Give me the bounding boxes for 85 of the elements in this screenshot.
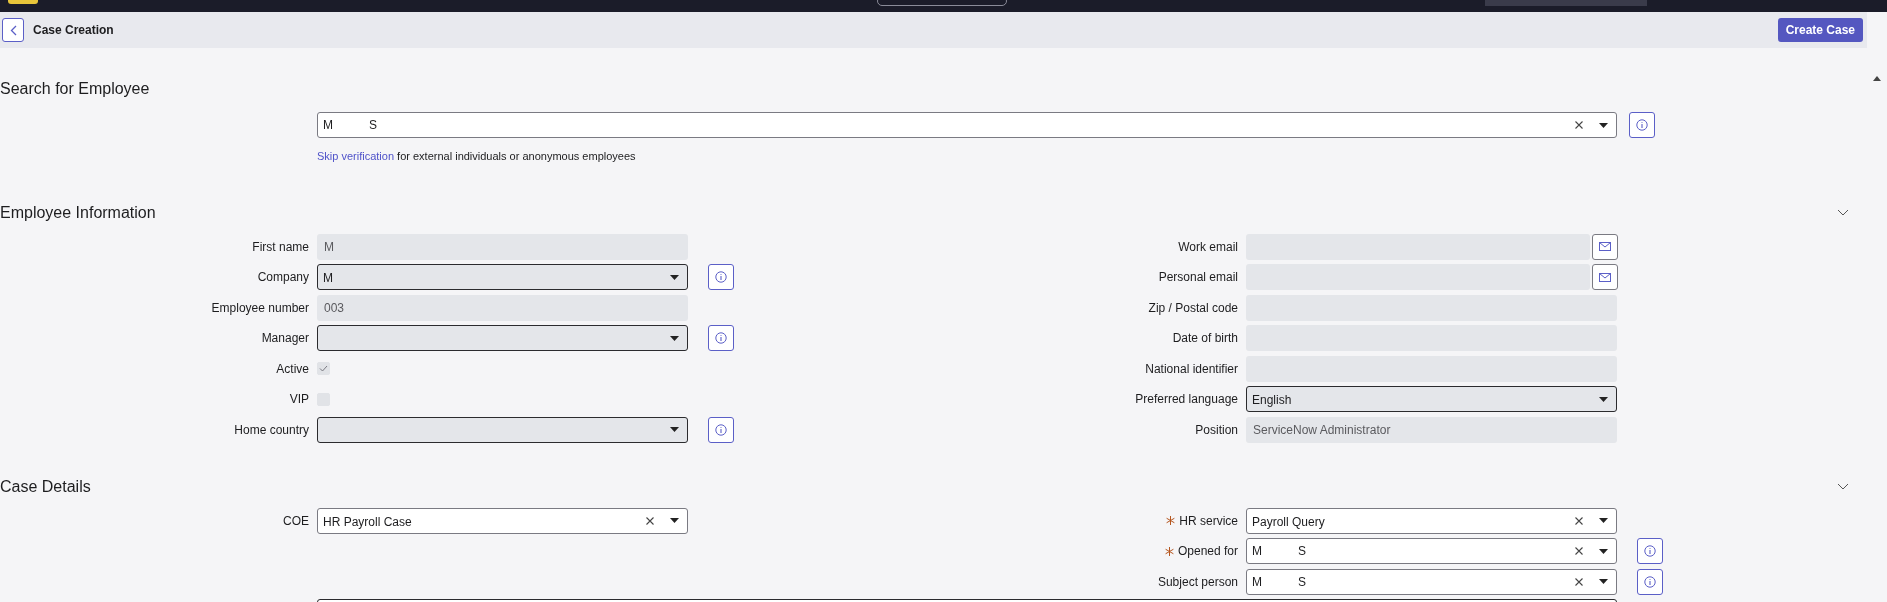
caret-icon xyxy=(670,274,679,280)
field-label: Company xyxy=(257,269,309,286)
chevron-down-icon[interactable] xyxy=(1837,483,1849,490)
caret-icon xyxy=(670,335,679,341)
caret-icon xyxy=(1599,396,1608,402)
field-label: VIP xyxy=(289,391,309,408)
field-label: Active xyxy=(276,360,309,378)
select-field[interactable]: English xyxy=(1246,386,1617,412)
caret-icon xyxy=(1599,518,1608,523)
field-label: Opened for xyxy=(1177,543,1238,560)
info-button[interactable] xyxy=(708,264,734,290)
field-value: M xyxy=(1252,543,1262,560)
field-label: Date of birth xyxy=(1172,330,1238,347)
select-field[interactable] xyxy=(317,325,688,351)
clear-icon[interactable] xyxy=(1575,547,1583,555)
clear-icon[interactable] xyxy=(646,516,654,525)
back-button[interactable] xyxy=(2,18,24,42)
checkbox[interactable] xyxy=(317,362,330,375)
info-icon xyxy=(715,423,727,436)
field-label: Work email xyxy=(1178,238,1238,256)
field-value: English xyxy=(1252,393,1292,407)
clear-icon[interactable] xyxy=(1575,577,1583,586)
info-icon xyxy=(715,332,727,344)
info-button[interactable] xyxy=(708,416,734,443)
email-button[interactable] xyxy=(1592,264,1618,290)
employee-search-field[interactable]: M S xyxy=(317,112,1617,138)
field-value: S xyxy=(1298,573,1306,591)
verification-note: Skip verification for external individuals or anonymous employees xyxy=(316,149,637,164)
field-label: Zip / Postal code xyxy=(1148,299,1238,317)
info-button[interactable] xyxy=(708,325,734,351)
logo-icon xyxy=(8,0,38,4)
field-label: National identifier xyxy=(1145,360,1238,378)
field-label: First name xyxy=(252,238,309,256)
reference-field[interactable]: HR Payroll Case xyxy=(317,507,688,534)
clear-icon[interactable] xyxy=(1575,516,1583,525)
field-value: 003 xyxy=(324,299,345,317)
field-value: M xyxy=(323,117,333,134)
field-value: ServiceNow Administrator xyxy=(1253,421,1391,439)
section-heading: Search for Employee xyxy=(0,79,150,99)
select-field[interactable] xyxy=(317,416,688,443)
field-label: Position xyxy=(1195,421,1238,439)
section-heading: Case Details xyxy=(0,476,91,497)
reference-field[interactable]: M S xyxy=(1246,538,1617,564)
info-button[interactable] xyxy=(1629,112,1655,138)
info-button[interactable] xyxy=(1637,538,1663,564)
info-button[interactable] xyxy=(1637,568,1663,595)
caret-icon xyxy=(670,518,679,523)
create-case-button[interactable]: Create Case xyxy=(1777,18,1863,42)
field-value: HR Payroll Case xyxy=(323,514,412,529)
field-label: Manager xyxy=(261,330,309,347)
caret-icon xyxy=(1599,579,1608,584)
info-icon xyxy=(715,271,727,283)
caret-icon xyxy=(1599,548,1608,554)
reference-field[interactable]: Payroll Query xyxy=(1246,507,1617,534)
mail-icon xyxy=(1599,242,1611,251)
email-button[interactable] xyxy=(1592,233,1618,260)
scroll-up-icon[interactable] xyxy=(1873,76,1881,81)
field-label: Employee number xyxy=(211,299,309,317)
page-title: Case Creation xyxy=(33,22,114,39)
info-icon xyxy=(1644,545,1656,557)
field-value: S xyxy=(1298,543,1306,560)
field-label: Home country xyxy=(234,421,309,439)
caret-icon xyxy=(1599,122,1608,128)
select-field[interactable]: M xyxy=(317,264,688,290)
field-value: M xyxy=(323,271,333,285)
field-label: COE xyxy=(283,512,309,530)
field-value: M xyxy=(1252,573,1262,591)
field-label: Subject person xyxy=(1157,573,1238,591)
reference-field[interactable]: M S xyxy=(1246,568,1617,595)
field-value: Payroll Query xyxy=(1252,514,1325,529)
clear-icon[interactable] xyxy=(1575,121,1583,129)
field-label: Personal email xyxy=(1158,269,1238,286)
section-heading: Employee Information xyxy=(0,202,156,223)
field-value: S xyxy=(369,117,377,134)
mail-icon xyxy=(1599,272,1611,282)
field-label: Preferred language xyxy=(1135,391,1238,408)
caret-icon xyxy=(670,427,679,432)
field-label: HR service xyxy=(1179,512,1238,530)
info-icon xyxy=(1636,119,1648,131)
skip-verification-link[interactable]: Skip verification xyxy=(317,150,395,162)
chevron-down-icon[interactable] xyxy=(1837,209,1849,216)
field-value: M xyxy=(324,238,334,256)
checkmark-icon xyxy=(319,365,328,372)
chevron-left-icon xyxy=(9,24,17,36)
info-icon xyxy=(1644,575,1656,588)
